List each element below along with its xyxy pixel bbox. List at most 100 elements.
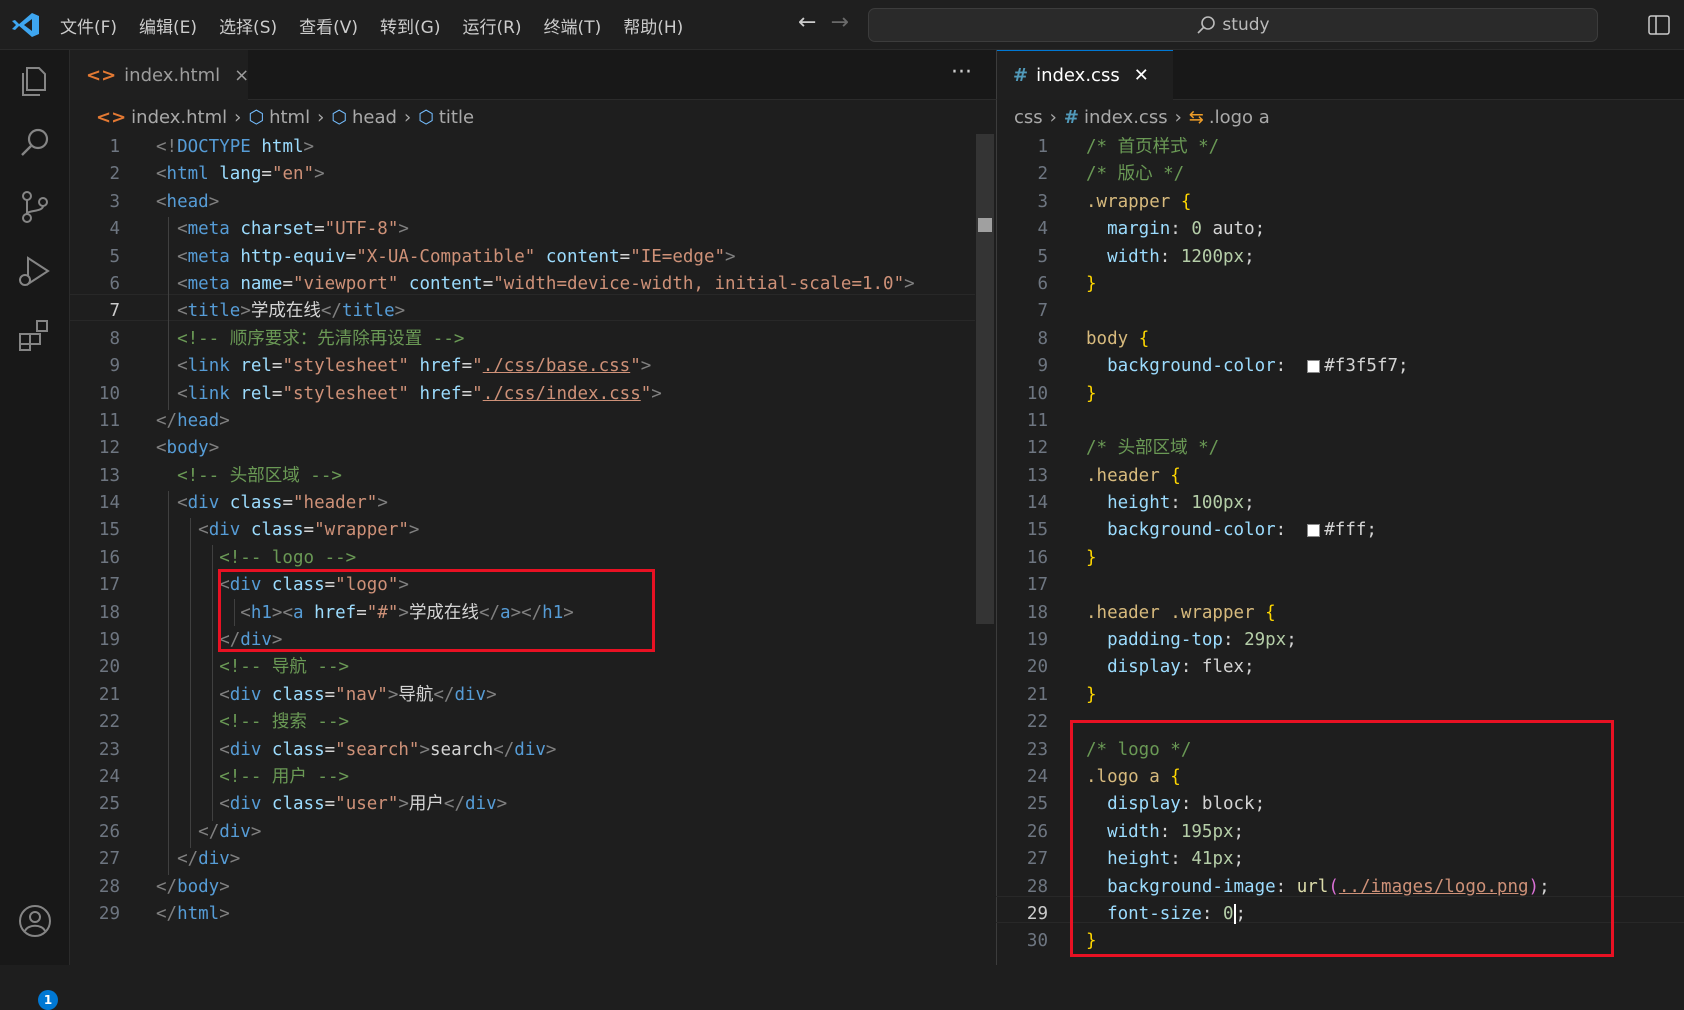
code-line[interactable]: 20 display: flex; — [996, 654, 1684, 681]
breadcrumb-item[interactable]: index.html — [131, 107, 227, 128]
code-line[interactable]: 28 </body> — [70, 874, 976, 901]
code-line[interactable]: 2 <html lang="en"> — [70, 161, 976, 188]
code-line[interactable]: 7 <title>学成在线</title> — [70, 298, 976, 325]
code-line[interactable]: 8 body { — [996, 326, 1684, 353]
color-swatch-icon[interactable] — [1307, 523, 1321, 537]
code-line[interactable]: 10} — [996, 381, 1684, 408]
code-line[interactable]: 4 <meta charset="UTF-8"> — [70, 216, 976, 243]
code-token: div — [514, 739, 546, 760]
code-line[interactable]: 4 margin: 0 auto; — [996, 216, 1684, 243]
line-number: 22 — [1026, 712, 1048, 733]
search-sidebar-icon[interactable] — [14, 122, 56, 164]
menu-view[interactable]: 查看(V) — [299, 13, 358, 38]
code-line[interactable]: 13 .header { — [996, 463, 1684, 490]
breadcrumb-item[interactable]: head — [352, 107, 397, 128]
code-line[interactable]: 9 <link rel="stylesheet" href="./css/bas… — [70, 353, 976, 380]
extensions-icon[interactable] — [14, 314, 56, 356]
code-line[interactable]: 6} — [996, 271, 1684, 298]
back-arrow-icon[interactable]: ← — [798, 10, 830, 35]
code-line[interactable]: 5 width: 1200px; — [996, 244, 1684, 271]
code-token: "stylesheet" — [282, 383, 420, 404]
menu-file[interactable]: 文件(F) — [60, 13, 117, 38]
code-line[interactable]: 14 height: 100px; — [996, 490, 1684, 517]
code-token: div — [219, 821, 251, 842]
code-token: "en" — [271, 164, 315, 185]
code-line[interactable]: 25 <div class="user">用户</div> — [70, 791, 976, 818]
code-line[interactable]: 2 /* 版心 */ — [996, 161, 1684, 188]
code-line[interactable]: 7 — [996, 298, 1684, 325]
code-line[interactable]: 18 .header .wrapper { — [996, 600, 1684, 627]
code-line[interactable]: 21} — [996, 682, 1684, 709]
menu-selection[interactable]: 选择(S) — [219, 13, 277, 38]
breadcrumb-item[interactable]: css — [1014, 107, 1043, 128]
close-icon[interactable]: ✕ — [1134, 65, 1149, 86]
code-line[interactable]: 27 </div> — [70, 846, 976, 873]
code-token: "user" — [335, 794, 399, 815]
code-line[interactable]: 20 <!-- 导航 --> — [70, 654, 976, 681]
code-token: > — [229, 849, 241, 870]
code-line[interactable]: 3 <head> — [70, 189, 976, 216]
code-line[interactable]: 26 </div> — [70, 819, 976, 846]
line-number: 16 — [1026, 547, 1048, 568]
code-line[interactable]: 1 <!DOCTYPE html> — [70, 134, 976, 161]
tab-index-css[interactable]: # index.css ✕ — [997, 50, 1173, 100]
code-line[interactable]: 9 background-color: #f3f5f7; — [996, 353, 1684, 380]
menu-edit[interactable]: 编辑(E) — [139, 13, 197, 38]
line-number: 25 — [98, 794, 120, 815]
code-token: 29px — [1244, 630, 1287, 651]
accounts-icon[interactable] — [14, 900, 56, 942]
toggle-panel-icon[interactable] — [1648, 14, 1670, 36]
code-token: = — [271, 356, 283, 377]
breadcrumb-item[interactable]: .logo a — [1209, 107, 1270, 128]
code-line[interactable]: 5 <meta http-equiv="X-UA-Compatible" con… — [70, 244, 976, 271]
code-line[interactable]: 21 <div class="nav">导航</div> — [70, 682, 976, 709]
command-center-search[interactable]: study — [868, 8, 1598, 42]
breadcrumb-item[interactable]: html — [269, 107, 310, 128]
scrollbar-marker — [978, 218, 992, 232]
menu-go[interactable]: 转到(G) — [380, 13, 440, 38]
more-actions-icon[interactable]: ··· — [951, 60, 972, 85]
close-icon[interactable]: × — [234, 65, 249, 86]
line-number: 7 — [1037, 301, 1048, 322]
code-line[interactable]: 10 <link rel="stylesheet" href="./css/in… — [70, 381, 976, 408]
breadcrumb-item[interactable]: index.css — [1084, 107, 1168, 128]
code-line[interactable]: 15 background-color: #fff; — [996, 517, 1684, 544]
color-swatch-icon[interactable] — [1307, 359, 1321, 373]
code-line[interactable]: 24 <!-- 用户 --> — [70, 764, 976, 791]
left-code-editor[interactable]: 1 <!DOCTYPE html> 2 <html lang="en"> 3 <head>… — [70, 134, 976, 928]
run-debug-icon[interactable] — [14, 250, 56, 292]
menu-terminal[interactable]: 终端(T) — [544, 13, 602, 38]
code-line[interactable]: 11 </head> — [70, 408, 976, 435]
breadcrumb-item[interactable]: title — [439, 107, 474, 128]
code-line[interactable]: 3 .wrapper { — [996, 189, 1684, 216]
code-line[interactable]: 14 <div class="header"> — [70, 490, 976, 517]
code-line[interactable]: 22 <!-- 搜索 --> — [70, 709, 976, 736]
code-line[interactable]: 23 <div class="search">search</div> — [70, 737, 976, 764]
code-text: </head> — [156, 408, 230, 435]
code-line[interactable]: 12 /* 头部区域 */ — [996, 435, 1684, 462]
code-line[interactable]: 16} — [996, 545, 1684, 572]
scrollbar[interactable] — [976, 134, 994, 624]
code-line[interactable]: 12 <body> — [70, 435, 976, 462]
tab-index-html[interactable]: <> index.html × — [70, 50, 249, 100]
code-line[interactable]: 8 <!-- 顺序要求：先清除再设置 --> — [70, 326, 976, 353]
code-line[interactable]: 19 padding-top: 29px; — [996, 627, 1684, 654]
line-number: 13 — [1026, 465, 1048, 486]
menu-run[interactable]: 运行(R) — [462, 13, 521, 38]
explorer-icon[interactable] — [14, 60, 56, 102]
forward-arrow-icon[interactable]: → — [830, 10, 862, 35]
code-line[interactable]: 11 — [996, 408, 1684, 435]
code-line[interactable]: 29 </html> — [70, 901, 976, 928]
code-line[interactable]: 6 <meta name="viewport" content="width=d… — [70, 271, 976, 298]
code-line[interactable]: 17 — [996, 572, 1684, 599]
code-line[interactable]: 13 <!-- 头部区域 --> — [70, 463, 976, 490]
code-line[interactable]: 1 /* 首页样式 */ — [996, 134, 1684, 161]
source-control-icon[interactable] — [14, 186, 56, 228]
menu-help[interactable]: 帮助(H) — [623, 13, 683, 38]
line-number: 12 — [98, 438, 120, 459]
code-text: <link rel="stylesheet" href="./css/base.… — [156, 353, 651, 380]
line-number: 2 — [109, 164, 120, 185]
code-line[interactable]: 15 <div class="wrapper"> — [70, 517, 976, 544]
css-file-icon: # — [1063, 106, 1079, 128]
